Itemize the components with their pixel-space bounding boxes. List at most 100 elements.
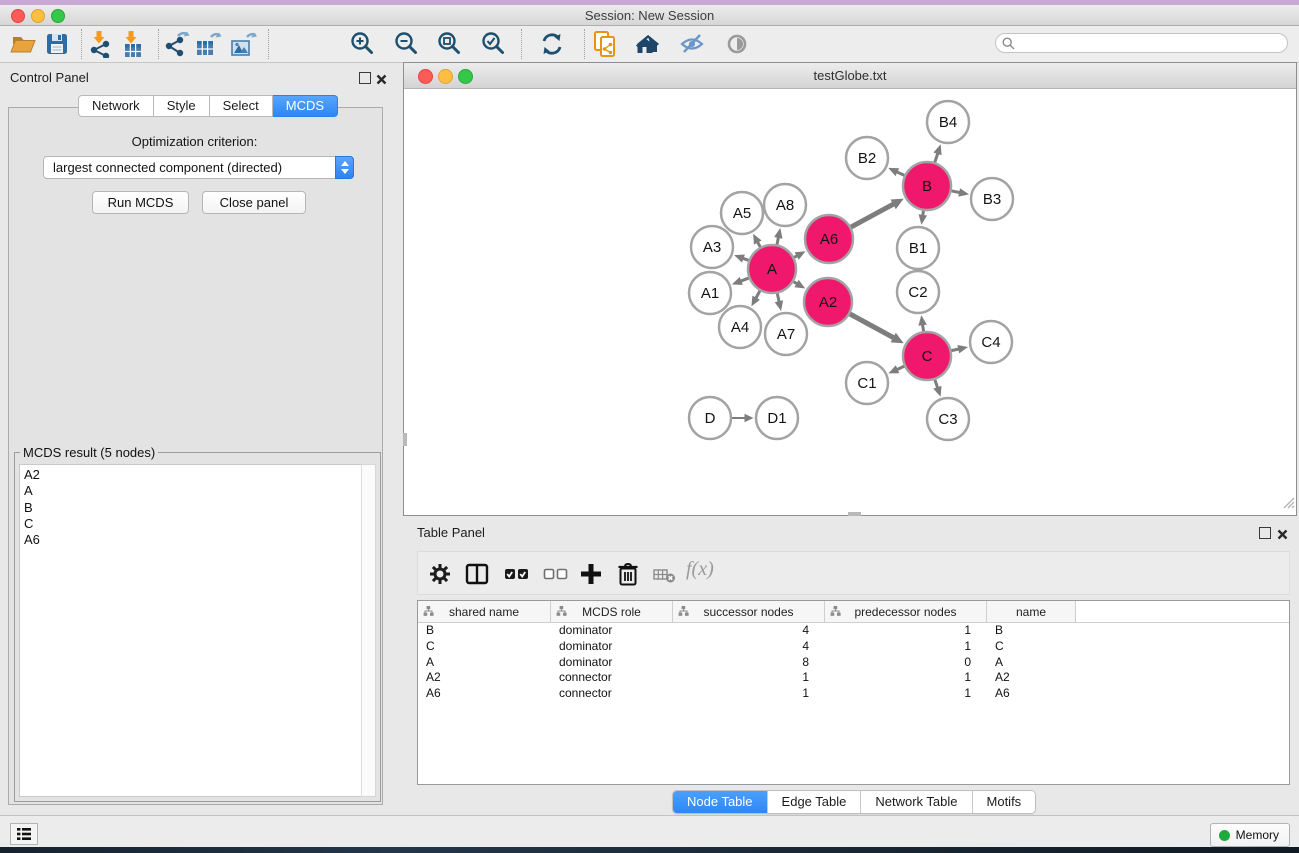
export-image-icon[interactable]	[229, 30, 257, 58]
node-label: A6	[820, 231, 838, 248]
save-session-icon[interactable]	[43, 30, 71, 58]
table-row[interactable]: A2connector11A2	[418, 670, 1289, 686]
node-label: C4	[981, 334, 1000, 351]
export-table-icon[interactable]	[194, 30, 222, 58]
window-title: Session: New Session	[0, 8, 1299, 23]
search-input[interactable]	[1019, 35, 1287, 51]
window-edge-marker	[403, 433, 407, 446]
zoom-out-icon[interactable]	[393, 30, 421, 58]
zoom-selected-icon[interactable]	[480, 30, 508, 58]
mcds-result-list[interactable]: A2ABCA6	[19, 464, 363, 797]
edge-arrowhead	[919, 214, 928, 225]
zoom-in-icon[interactable]	[349, 30, 377, 58]
node-label: A5	[733, 205, 751, 222]
table-row[interactable]: A6connector11A6	[418, 686, 1289, 702]
control-panel-close-icon[interactable]	[376, 72, 387, 83]
main-titlebar[interactable]: Session: New Session	[0, 5, 1299, 26]
result-item[interactable]: A	[24, 483, 362, 499]
tab-edge-table[interactable]: Edge Table	[767, 791, 861, 813]
table-panel-close-icon[interactable]	[1277, 527, 1288, 538]
network-window-titlebar[interactable]: testGlobe.txt	[404, 63, 1296, 89]
delete-column-trash-icon[interactable]	[615, 561, 641, 587]
open-file-icon[interactable]	[9, 30, 37, 58]
table-cell: 1	[825, 670, 987, 686]
resize-grip-icon[interactable]	[1281, 495, 1295, 514]
edge-C-C4[interactable]	[950, 349, 959, 351]
edge-C-C3[interactable]	[935, 379, 938, 388]
function-builder-icon[interactable]: f(x)	[686, 558, 714, 581]
control-panel-float-icon[interactable]	[359, 72, 371, 84]
deselect-all-checkboxes-icon[interactable]	[543, 561, 569, 587]
edge-A6-B[interactable]	[850, 204, 894, 228]
tab-network[interactable]: Network	[78, 95, 154, 117]
edge-A-A7[interactable]	[777, 293, 779, 303]
import-table-icon[interactable]	[119, 30, 147, 58]
search-field[interactable]	[995, 33, 1288, 53]
desktop-background-bottom	[0, 847, 1299, 853]
result-item[interactable]: A6	[24, 532, 362, 548]
edge-arrowhead	[732, 277, 743, 285]
edge-A-A1[interactable]	[740, 278, 749, 282]
table-row[interactable]: Adominator80A	[418, 655, 1289, 671]
column-header-label: name	[1016, 605, 1046, 619]
edge-B-B4[interactable]	[935, 153, 938, 163]
node-label: B1	[909, 240, 927, 257]
column-header-MCDS-role[interactable]: MCDS role	[551, 601, 673, 622]
edge-A-A8[interactable]	[777, 237, 779, 246]
tab-network-table[interactable]: Network Table	[860, 791, 971, 813]
table-row[interactable]: Bdominator41B	[418, 623, 1289, 639]
clone-network-icon[interactable]	[591, 30, 619, 58]
table-cell: A6	[418, 686, 551, 702]
network-canvas[interactable]: AA1A2A3A4A5A6A7A8BB1B2B3B4CC1C2C3C4DD1	[404, 89, 1296, 515]
tab-select[interactable]: Select	[210, 95, 273, 117]
table-panel-float-icon[interactable]	[1259, 527, 1271, 539]
column-header-predecessor-nodes[interactable]: predecessor nodes	[825, 601, 987, 622]
hide-graphics-details-icon[interactable]	[678, 30, 706, 58]
run-mcds-button[interactable]: Run MCDS	[92, 191, 189, 214]
tab-node-table[interactable]: Node Table	[673, 791, 767, 813]
select-all-checkboxes-icon[interactable]	[504, 561, 530, 587]
add-column-icon[interactable]	[578, 561, 604, 587]
result-item[interactable]: C	[24, 516, 362, 532]
column-header-name[interactable]: name	[987, 601, 1076, 622]
delete-table-icon[interactable]	[652, 561, 678, 587]
node-label: C1	[857, 375, 876, 392]
table-cell: 4	[673, 639, 825, 655]
result-item[interactable]: B	[24, 500, 362, 516]
close-panel-button[interactable]: Close panel	[202, 191, 306, 214]
home-icon[interactable]	[634, 30, 662, 58]
show-graphics-details-icon[interactable]	[723, 30, 751, 58]
refresh-icon[interactable]	[538, 30, 566, 58]
dropdown-stepper-icon[interactable]	[335, 156, 354, 179]
split-view-icon[interactable]	[464, 561, 490, 587]
settings-gear-icon[interactable]	[427, 561, 453, 587]
import-network-icon[interactable]	[87, 30, 115, 58]
result-item[interactable]: A2	[24, 467, 362, 483]
column-header-shared-name[interactable]: shared name	[418, 601, 551, 622]
tab-motifs[interactable]: Motifs	[972, 791, 1036, 813]
edge-C-C1[interactable]	[897, 366, 906, 370]
column-header-successor-nodes[interactable]: successor nodes	[673, 601, 825, 622]
table-row[interactable]: Cdominator41C	[418, 639, 1289, 655]
zoom-fit-icon[interactable]	[436, 30, 464, 58]
criterion-dropdown[interactable]: largest connected component (directed)	[43, 156, 354, 179]
table-cell: 1	[825, 686, 987, 702]
edge-B-B2[interactable]	[897, 172, 906, 176]
edge-A2-C[interactable]	[849, 314, 894, 339]
table-cell: connector	[551, 686, 673, 702]
node-label: A3	[703, 239, 721, 256]
table-cell: 4	[673, 623, 825, 639]
tab-mcds[interactable]: MCDS	[273, 95, 338, 117]
node-label: B3	[983, 191, 1001, 208]
edge-A-A4[interactable]	[756, 290, 761, 299]
tab-style[interactable]: Style	[154, 95, 210, 117]
memory-button[interactable]: Memory	[1210, 823, 1290, 847]
window-edge-marker	[848, 512, 861, 516]
result-list-scrollbar[interactable]	[361, 464, 376, 797]
edge-arrowhead	[775, 300, 783, 311]
table-cell: dominator	[551, 623, 673, 639]
edge-B-B3[interactable]	[951, 191, 961, 193]
task-history-button[interactable]	[10, 823, 38, 845]
export-network-icon[interactable]	[163, 30, 191, 58]
table-cell: B	[987, 623, 1076, 639]
